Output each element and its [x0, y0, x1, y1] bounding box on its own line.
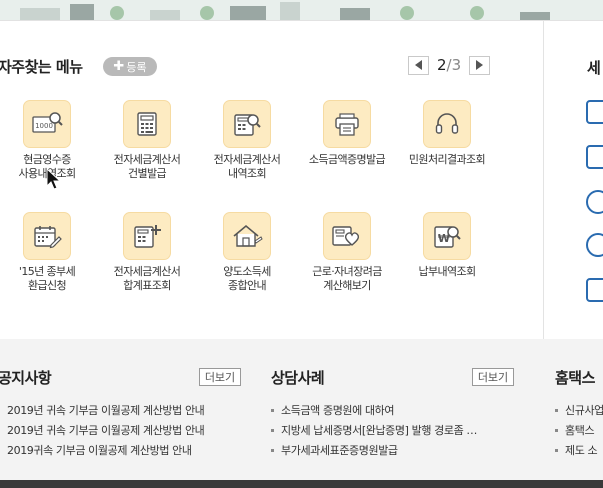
favorite-label: 소득금액증명발급 [308, 153, 386, 166]
headset-icon [423, 100, 471, 148]
favorite-e-invoice-history[interactable]: 전자세금계산서 내역조회 [197, 100, 297, 181]
svg-text:1000: 1000 [35, 122, 53, 130]
consult-more-button[interactable]: 더보기 [472, 368, 514, 386]
page-indicator: 2 / 3 [437, 56, 461, 74]
list-item[interactable]: 2019귀속 기부금 이월공제 계산방법 안내 [7, 440, 204, 460]
list-item[interactable]: 2019년 귀속 기부금 이월공제 계산방법 안내 [7, 420, 205, 440]
person-icon[interactable] [586, 233, 603, 257]
list-item[interactable]: 지방세 납세증명서[완납증명] 발행 경로좀 … [271, 420, 477, 440]
notice-more-button[interactable]: 더보기 [199, 368, 241, 386]
favorite-label: 근로·자녀장려금 계산해보기 [312, 265, 382, 292]
arrow-left-icon [415, 60, 422, 70]
favorite-payment-history[interactable]: ₩ 납부내역조회 [397, 212, 497, 279]
favorite-earned-income-credit[interactable]: 근로·자녀장려금 계산해보기 [297, 212, 397, 293]
hometax-list: 신규사업 홈택스 제도 소 [555, 400, 603, 460]
favorite-label: 전자세금계산서 건별발급 [113, 153, 181, 180]
clipboard-icon[interactable] [586, 278, 603, 302]
invoice-sum-icon [123, 212, 171, 260]
arrow-right-icon [476, 60, 484, 70]
list-item[interactable]: 소득금액 증명원에 대하여 [271, 400, 477, 420]
favorite-label: 납부내역조회 [418, 265, 476, 278]
next-page-button[interactable] [469, 55, 491, 75]
list-item[interactable]: 신규사업 [555, 400, 603, 420]
prev-page-button[interactable] [408, 55, 429, 75]
plus-icon: ✚ [113, 59, 125, 74]
favorite-capital-gains-guide[interactable]: 양도소득세 종합안내 [197, 212, 297, 293]
header-illustration [0, 0, 603, 20]
hand-heart-icon [323, 212, 371, 260]
list-item[interactable]: 홈택스 [555, 420, 603, 440]
favorite-e-invoice-summary[interactable]: 전자세금계산서 합계표조회 [97, 212, 197, 293]
consult-title: 상담사례 [271, 369, 325, 387]
notice-list: 2019년 귀속 기부금 이월공제 계산방법 안내 2019년 귀속 기부금 이… [7, 400, 205, 460]
favorite-civil-complaint-result[interactable]: 민원처리결과조회 [397, 100, 497, 167]
list-item[interactable]: 제도 소 [555, 440, 603, 460]
favorite-label: 양도소득세 종합안내 [223, 265, 271, 292]
vat-icon[interactable] [586, 100, 603, 124]
invoice-search-icon [223, 100, 271, 148]
right-section-title: 세 [587, 59, 601, 77]
won-search-icon: ₩ [423, 212, 471, 260]
register-label: 등록 [126, 60, 147, 74]
current-page: 2 [437, 56, 447, 74]
printer-icon [323, 100, 371, 148]
consult-list: 소득금액 증명원에 대하여 지방세 납세증명서[완납증명] 발행 경로좀 … 부… [271, 400, 477, 460]
list-item[interactable]: 2019년 귀속 기부금 이월공제 계산방법 안내 [7, 400, 205, 420]
footer-bar [0, 480, 603, 488]
document-icon[interactable] [586, 145, 603, 169]
receipt-search-icon: 1000 [23, 100, 71, 148]
calendar-edit-icon [23, 212, 71, 260]
total-pages: 3 [451, 56, 462, 74]
house-icon [223, 212, 271, 260]
favorite-income-certificate[interactable]: 소득금액증명발급 [297, 100, 397, 167]
favorite-label: 전자세금계산서 합계표조회 [113, 265, 181, 292]
favorite-e-invoice-issue[interactable]: 전자세금계산서 건별발급 [97, 100, 197, 181]
money-bag-icon[interactable] [586, 190, 603, 214]
divider [543, 21, 544, 339]
favorite-label: '15년 종부세 환급신청 [18, 265, 76, 292]
register-button[interactable]: ✚ 등록 [103, 57, 157, 76]
hometax-title: 홈택스 [555, 369, 595, 387]
favorite-pager: 2 / 3 [408, 55, 491, 75]
mouse-cursor-icon [46, 168, 62, 190]
favorite-label: 민원처리결과조회 [408, 153, 486, 166]
list-item[interactable]: 부가세과세표준증명원발급 [271, 440, 477, 460]
favorite-menu-title: 자주찾는 메뉴 [0, 58, 83, 76]
favorite-label: 전자세금계산서 내역조회 [213, 153, 281, 180]
invoice-calculator-icon [123, 100, 171, 148]
notice-title: 공지사항 [0, 369, 52, 387]
favorite-comprehensive-tax-refund[interactable]: '15년 종부세 환급신청 [0, 212, 97, 293]
